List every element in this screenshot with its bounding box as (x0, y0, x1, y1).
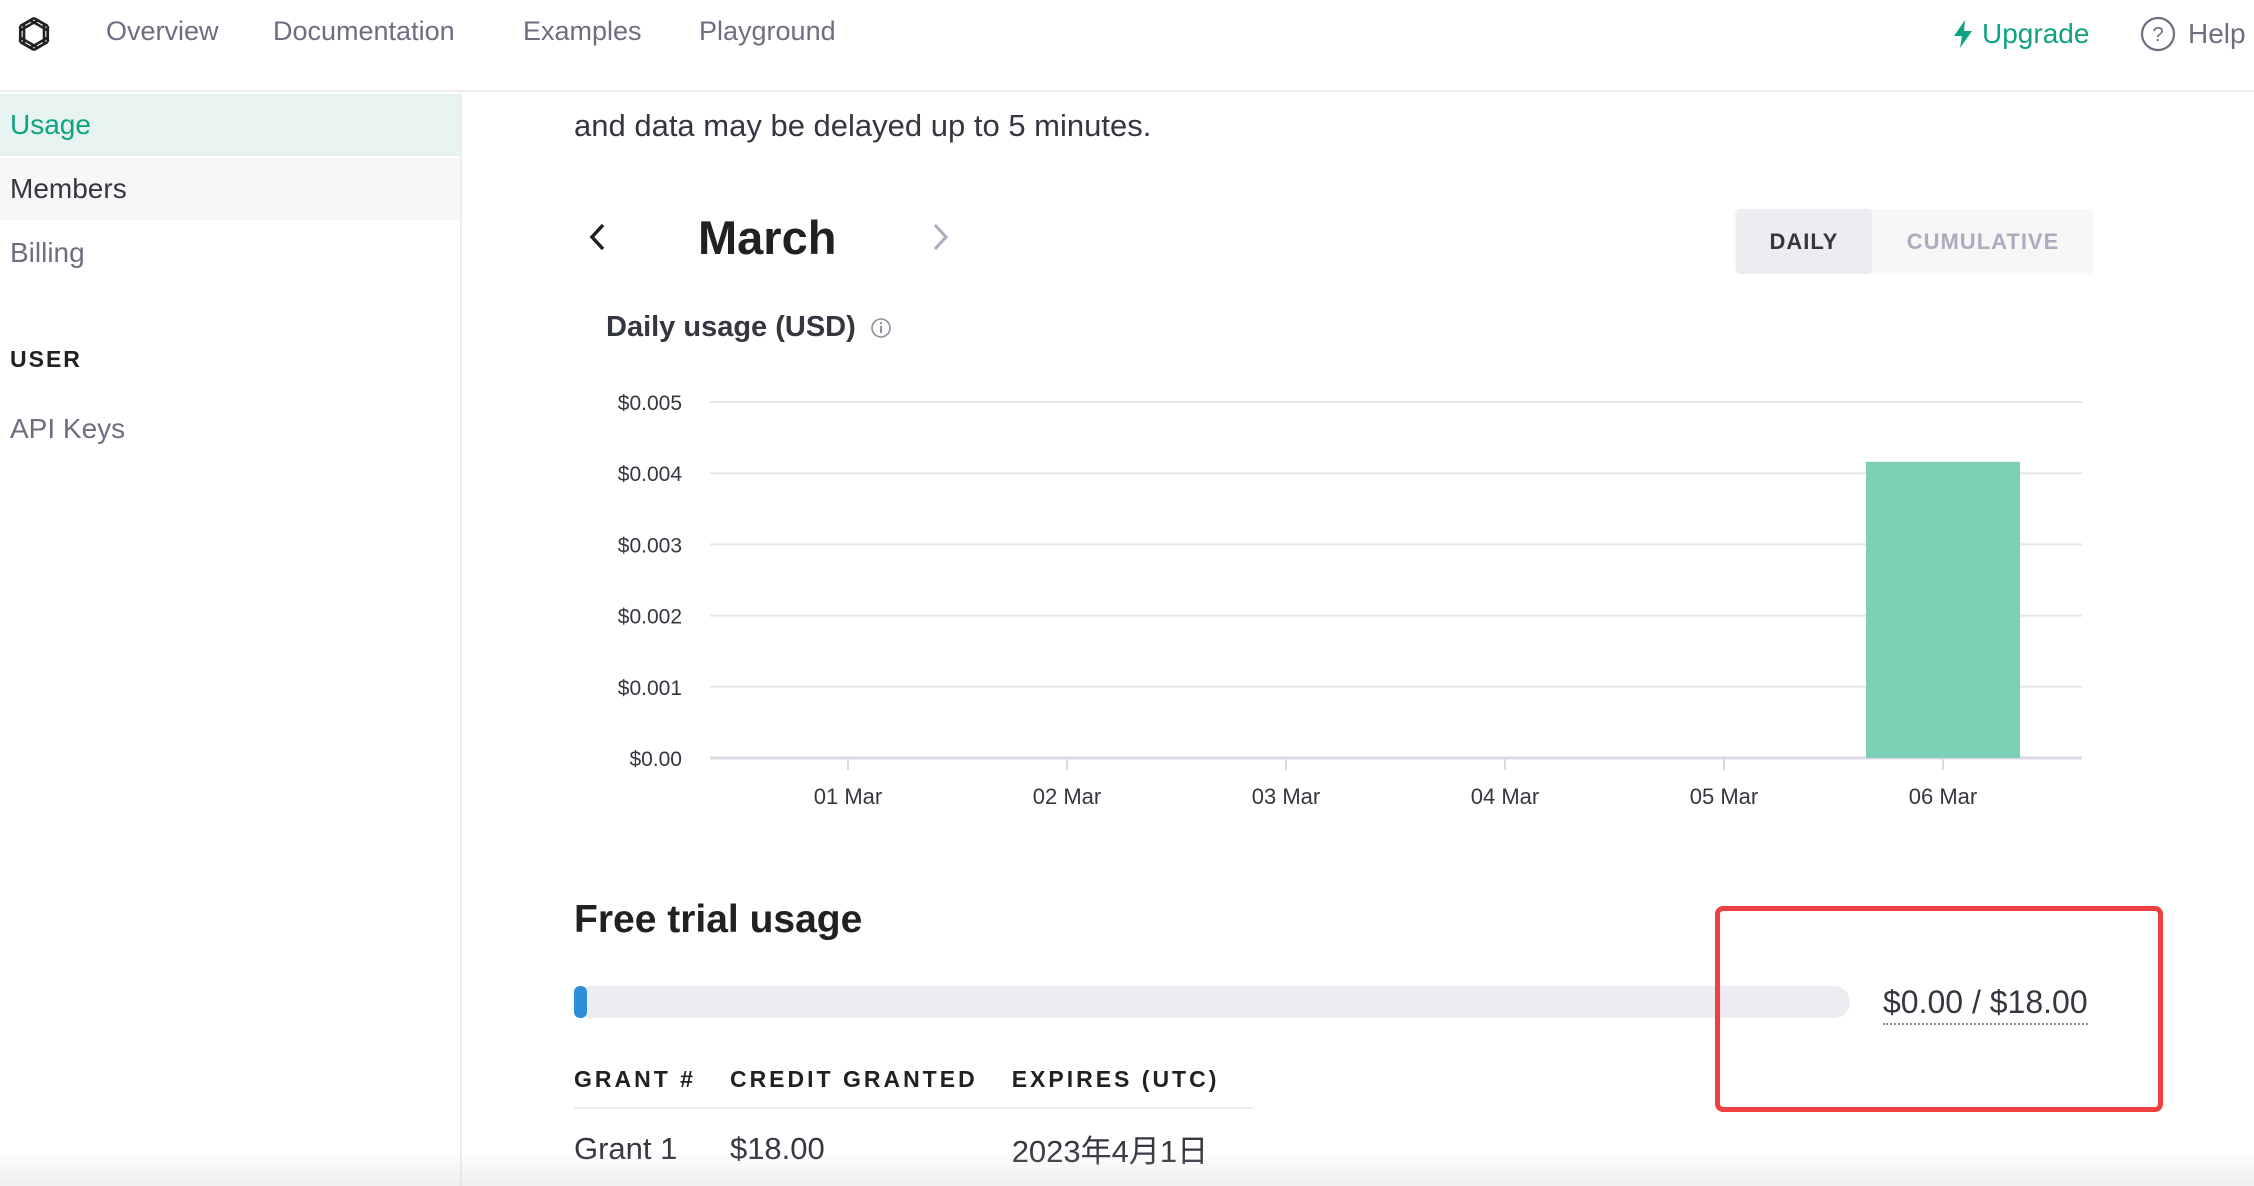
lightning-icon (1954, 20, 1972, 48)
expires-header: EXPIRES (UTC) (1011, 1052, 1254, 1109)
upgrade-label: Upgrade (1982, 18, 2090, 49)
sidebar-item-usage[interactable]: Usage (0, 94, 460, 156)
view-toggle: DAILY CUMULATIVE (1734, 209, 2094, 274)
x-tick-label: 06 Mar (1909, 784, 1977, 809)
x-tick-label: 04 Mar (1471, 784, 1539, 809)
help-label: Help (2188, 18, 2246, 49)
top-navigation: Overview Documentation Examples Playgrou… (0, 0, 2254, 92)
bar-06-mar (1866, 461, 2020, 758)
bottom-scroll-fade (0, 1150, 2254, 1186)
upgrade-button[interactable]: Upgrade (1952, 14, 2089, 54)
highlight-annotation-box (1715, 906, 2163, 1112)
cumulative-toggle-button[interactable]: CUMULATIVE (1874, 209, 2092, 274)
nav-examples[interactable]: Examples (523, 16, 642, 47)
y-tick-label: $0.00 (629, 748, 682, 771)
sidebar-heading-user: USER (10, 346, 82, 372)
grant-number-header: GRANT # (574, 1052, 730, 1109)
daily-toggle-button[interactable]: DAILY (1736, 209, 1872, 274)
usage-intro-text: and data may be delayed up to 5 minutes. (574, 108, 1152, 143)
chart-title: Daily usage (USD) (606, 311, 892, 344)
x-tick-label: 03 Mar (1252, 784, 1320, 809)
sidebar-item-api-keys[interactable]: API Keys (0, 398, 460, 460)
sidebar-item-billing[interactable]: Billing (0, 222, 460, 284)
sidebar-item-members[interactable]: Members (0, 158, 460, 220)
free-trial-progress-fill (574, 986, 587, 1018)
openai-logo-icon[interactable] (10, 10, 58, 58)
y-tick-label: $0.005 (618, 392, 682, 415)
svg-text:?: ? (2152, 24, 2163, 46)
x-tick-label: 02 Mar (1033, 784, 1101, 809)
y-tick-label: $0.002 (618, 606, 682, 629)
chart-title-label: Daily usage (USD) (606, 311, 856, 343)
nav-documentation[interactable]: Documentation (273, 16, 455, 47)
free-trial-progress-bar (574, 986, 1850, 1018)
daily-usage-chart: $0.00 $0.001 $0.002 $0.003 $0.004 $0.005 01 Ma… (618, 392, 2082, 809)
help-button[interactable]: ? Help (2140, 14, 2246, 54)
info-icon[interactable] (870, 317, 892, 339)
chevron-right-icon (933, 223, 949, 251)
sidebar: Usage Members Billing USER API Keys (0, 94, 462, 1186)
chevron-left-icon (589, 223, 605, 251)
x-tick-label: 05 Mar (1690, 784, 1758, 809)
y-tick-label: $0.004 (618, 463, 683, 486)
x-tick-label: 01 Mar (814, 784, 882, 809)
nav-playground[interactable]: Playground (699, 16, 836, 47)
month-title: March (698, 211, 837, 264)
y-tick-label: $0.001 (618, 677, 682, 700)
previous-month-button[interactable] (578, 212, 618, 262)
y-tick-label: $0.003 (618, 534, 682, 557)
help-circle-icon: ? (2140, 16, 2176, 52)
credit-granted-header: CREDIT GRANTED (729, 1052, 1012, 1109)
next-month-button[interactable] (920, 212, 960, 262)
nav-overview[interactable]: Overview (106, 16, 219, 47)
free-trial-title: Free trial usage (574, 898, 863, 941)
